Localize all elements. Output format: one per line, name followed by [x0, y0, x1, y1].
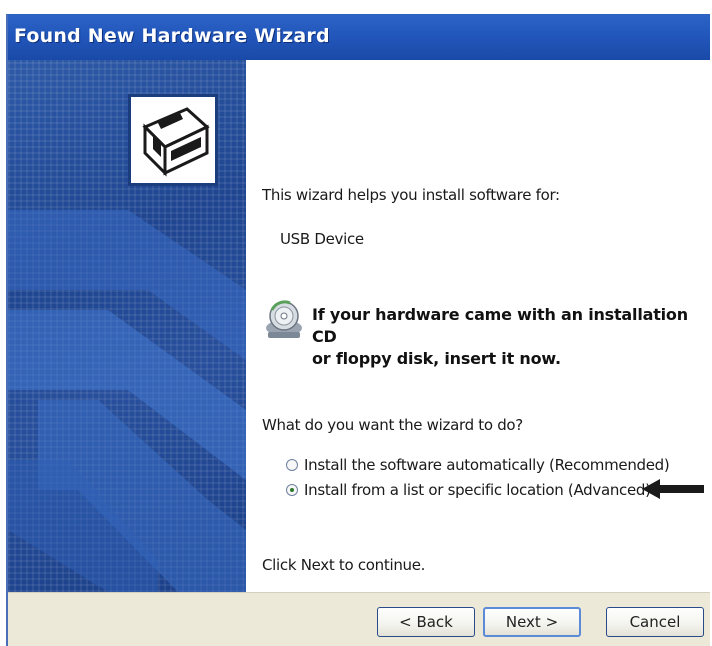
radio-selected-dot [290, 488, 294, 492]
wizard-content: This wizard helps you install software f… [246, 60, 710, 592]
option-automatic[interactable]: Install the software automatically (Reco… [286, 456, 670, 476]
cd-prompt: If your hardware came with an installati… [312, 304, 710, 370]
option-advanced-label: Install from a list or specific location… [304, 481, 651, 499]
cd-icon [266, 300, 302, 338]
intro-text: This wizard helps you install software f… [262, 186, 560, 204]
continue-hint: Click Next to continue. [262, 556, 426, 574]
hardware-box-icon [128, 94, 218, 186]
wizard-side-banner [8, 60, 246, 592]
wizard-window: Found New Hardware Wizard This wizard he… [6, 14, 710, 646]
next-button[interactable]: Next > [483, 607, 581, 637]
cancel-button[interactable]: Cancel [606, 607, 704, 637]
cd-prompt-line1: If your hardware came with an installati… [312, 305, 688, 346]
option-advanced[interactable]: Install from a list or specific location… [286, 481, 666, 501]
cd-prompt-line2: or floppy disk, insert it now. [312, 349, 561, 368]
window-title: Found New Hardware Wizard [14, 25, 330, 47]
left-arrow-icon [642, 479, 704, 499]
title-bar[interactable]: Found New Hardware Wizard [8, 14, 710, 60]
button-bar: < Back Next > Cancel [8, 592, 710, 646]
device-name: USB Device [280, 230, 364, 248]
back-button[interactable]: < Back [377, 607, 475, 637]
radio-automatic[interactable] [286, 459, 298, 471]
question-text: What do you want the wizard to do? [262, 416, 523, 434]
radio-advanced[interactable] [286, 484, 298, 496]
option-automatic-label: Install the software automatically (Reco… [304, 456, 670, 474]
